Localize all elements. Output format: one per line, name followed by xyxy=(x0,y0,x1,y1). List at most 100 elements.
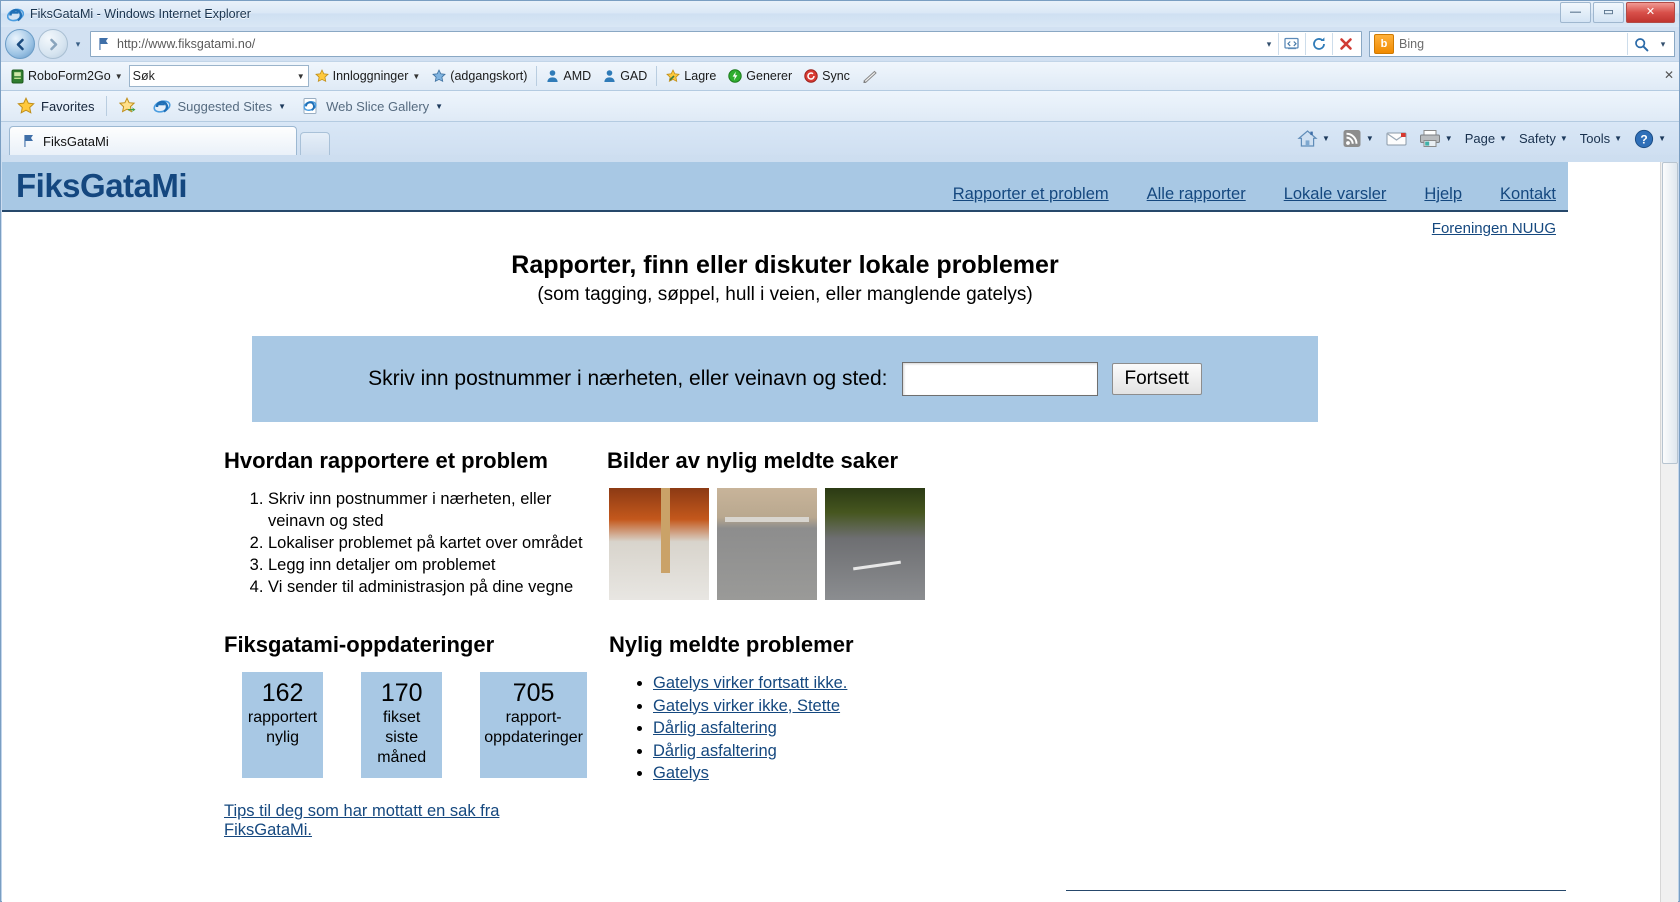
roboform-item-gad[interactable]: GAD xyxy=(597,65,653,87)
feeds-button[interactable]: ▼ xyxy=(1337,127,1379,151)
roboform-item-label: GAD xyxy=(620,69,648,83)
page-subtitle: (som tagging, søppel, hull i veien, elle… xyxy=(537,284,1033,305)
help-icon: ? xyxy=(1634,129,1654,148)
new-tab-button[interactable] xyxy=(300,132,330,155)
print-button[interactable]: ▼ xyxy=(1414,127,1458,151)
web-slice-gallery-label: Web Slice Gallery xyxy=(326,98,430,114)
stat-number: 705 xyxy=(512,679,555,707)
address-dropdown-button[interactable]: ▾ xyxy=(1260,39,1278,50)
stat-fixed-last-month: 170 fikset siste måned xyxy=(361,672,443,778)
photo-snow-pole[interactable] xyxy=(609,488,709,600)
safety-menu-button[interactable]: Safety ▼ xyxy=(1514,127,1573,151)
search-provider-dropdown[interactable]: ▾ xyxy=(1654,39,1672,50)
nav-link-hjelp[interactable]: Hjelp xyxy=(1424,185,1462,204)
nav-link-lokale-varsler[interactable]: Lokale varsler xyxy=(1284,185,1387,204)
recent-problem-link[interactable]: Dårlig asfaltering xyxy=(653,719,777,737)
window-controls: — ▭ ✕ xyxy=(1560,2,1675,23)
roboform-passcard-button[interactable]: (adgangskort) xyxy=(426,65,533,87)
roboform-logins-button[interactable]: Innloggninger ▼ xyxy=(309,65,427,87)
command-bar: ▼ ▼ ▼ Page ▼ Safety ▼ Tools ▼ ? ▼ xyxy=(1292,122,1679,155)
suggested-sites-label: Suggested Sites xyxy=(177,98,273,114)
home-button[interactable]: ▼ xyxy=(1292,127,1335,151)
recent-problem-link[interactable]: Gatelys virker ikke, Stette xyxy=(653,697,840,715)
scrollbar-thumb[interactable] xyxy=(1662,162,1678,464)
person-icon xyxy=(604,70,615,82)
chevron-down-icon: ▼ xyxy=(1559,134,1568,143)
mail-button[interactable] xyxy=(1381,127,1412,151)
address-bar[interactable]: http://www.fiksgatami.no/ ▾ xyxy=(90,31,1362,57)
fiksgatami-page: FiksGataMi Rapporter et problem Alle rap… xyxy=(2,162,1568,891)
close-button[interactable]: ✕ xyxy=(1626,2,1675,23)
page-menu-button[interactable]: Page ▼ xyxy=(1460,127,1512,151)
roboform-generate-button[interactable]: Generer xyxy=(722,65,798,87)
browser-search-input[interactable]: Bing xyxy=(1399,37,1627,51)
help-button[interactable]: ? ▼ xyxy=(1629,127,1671,151)
chevron-down-icon: ▼ xyxy=(1499,134,1508,143)
photo-street-building[interactable] xyxy=(717,488,817,600)
recent-problem-link[interactable]: Gatelys virker fortsatt ikke. xyxy=(653,674,847,692)
recent-problem-link[interactable]: Dårlig asfaltering xyxy=(653,742,777,760)
roboform-search-input[interactable]: Søk ▼ xyxy=(128,65,309,87)
back-button[interactable] xyxy=(5,29,35,59)
chevron-down-icon[interactable]: ▼ xyxy=(1445,134,1453,143)
bing-icon: b xyxy=(1374,34,1394,54)
minimize-button[interactable]: — xyxy=(1560,2,1591,23)
photo-road-dusk[interactable] xyxy=(825,488,925,600)
site-navigation: Rapporter et problem Alle rapporter Loka… xyxy=(953,185,1556,204)
compatibility-view-icon[interactable] xyxy=(1278,33,1305,55)
window-title: FiksGataMi - Windows Internet Explorer xyxy=(30,7,251,21)
tools-menu-button[interactable]: Tools ▼ xyxy=(1575,127,1627,151)
roboform-item-amd[interactable]: AMD xyxy=(540,65,597,87)
fortsett-button[interactable]: Fortsett xyxy=(1111,363,1202,395)
recent-photos xyxy=(609,488,1568,600)
nav-link-kontakt[interactable]: Kontakt xyxy=(1500,185,1556,204)
feeds-icon xyxy=(1343,130,1361,147)
foreningen-nuug-link[interactable]: Foreningen NUUG xyxy=(1432,220,1556,237)
stat-caption: rapport-oppdateringer xyxy=(484,709,583,746)
list-item: Legg inn detaljer om problemet xyxy=(268,554,587,576)
how-to-heading: Hvordan rapportere et problem xyxy=(224,448,548,473)
tab-bar: FiksGataMi ▼ ▼ ▼ Page ▼ Safety ▼ Tools ▼… xyxy=(1,122,1679,155)
roboform-save-button[interactable]: Lagre xyxy=(660,65,722,87)
vertical-scrollbar[interactable] xyxy=(1660,162,1678,902)
tips-link[interactable]: Tips til deg som har mottatt en sak fra … xyxy=(224,802,499,839)
roboform-menu-button[interactable]: RoboForm2Go ▼ xyxy=(5,65,129,87)
home-icon xyxy=(1297,130,1318,147)
recent-pages-button[interactable]: ▾ xyxy=(71,39,85,50)
chevron-down-icon: ▼ xyxy=(278,101,287,111)
svg-text:?: ? xyxy=(1640,132,1647,146)
nav-link-alle-rapporter[interactable]: Alle rapporter xyxy=(1147,185,1246,204)
search-icon[interactable] xyxy=(1627,33,1654,55)
stat-report-updates: 705 rapport-oppdateringer xyxy=(480,672,587,778)
roboform-close-button[interactable]: ✕ xyxy=(1664,68,1674,82)
chevron-down-icon[interactable]: ▼ xyxy=(1658,134,1666,143)
chevron-down-icon[interactable]: ▼ xyxy=(1322,134,1330,143)
photos-heading: Bilder av nylig meldte saker xyxy=(607,448,899,473)
add-to-favorites-bar-button[interactable] xyxy=(111,97,145,115)
refresh-icon[interactable] xyxy=(1305,33,1332,55)
nav-link-rapporter-et-problem[interactable]: Rapporter et problem xyxy=(953,185,1109,204)
postcode-input[interactable] xyxy=(901,362,1098,396)
suggested-sites-button[interactable]: Suggested Sites ▼ xyxy=(145,97,294,115)
chevron-down-icon[interactable]: ▼ xyxy=(297,72,305,81)
maximize-button[interactable]: ▭ xyxy=(1593,2,1624,23)
web-slice-gallery-button[interactable]: Web Slice Gallery ▼ xyxy=(294,97,451,115)
recent-problem-link[interactable]: Gatelys xyxy=(653,764,709,782)
tips-link-row: Tips til deg som har mottatt en sak fra … xyxy=(224,802,587,840)
site-logo[interactable]: FiksGataMi xyxy=(16,167,188,205)
page-menu-label: Page xyxy=(1464,131,1496,146)
stop-icon[interactable] xyxy=(1332,33,1359,55)
sync-icon xyxy=(804,69,818,83)
forward-button[interactable] xyxy=(38,29,68,59)
address-url: http://www.fiksgatami.no/ xyxy=(117,37,256,51)
favorites-button[interactable]: Favorites xyxy=(9,97,102,115)
chevron-down-icon: ▼ xyxy=(114,71,123,81)
save-icon xyxy=(666,69,681,83)
left-column: Hvordan rapportere et problem Skriv inn … xyxy=(2,448,587,840)
browser-search-box[interactable]: b Bing ▾ xyxy=(1369,31,1675,57)
list-item: Gatelys virker fortsatt ikke. xyxy=(653,672,1568,695)
chevron-down-icon[interactable]: ▼ xyxy=(1366,134,1374,143)
roboform-pencil-button[interactable] xyxy=(856,65,884,87)
roboform-sync-button[interactable]: Sync xyxy=(798,65,856,87)
tab-fiksgatami[interactable]: FiksGataMi xyxy=(9,126,297,155)
